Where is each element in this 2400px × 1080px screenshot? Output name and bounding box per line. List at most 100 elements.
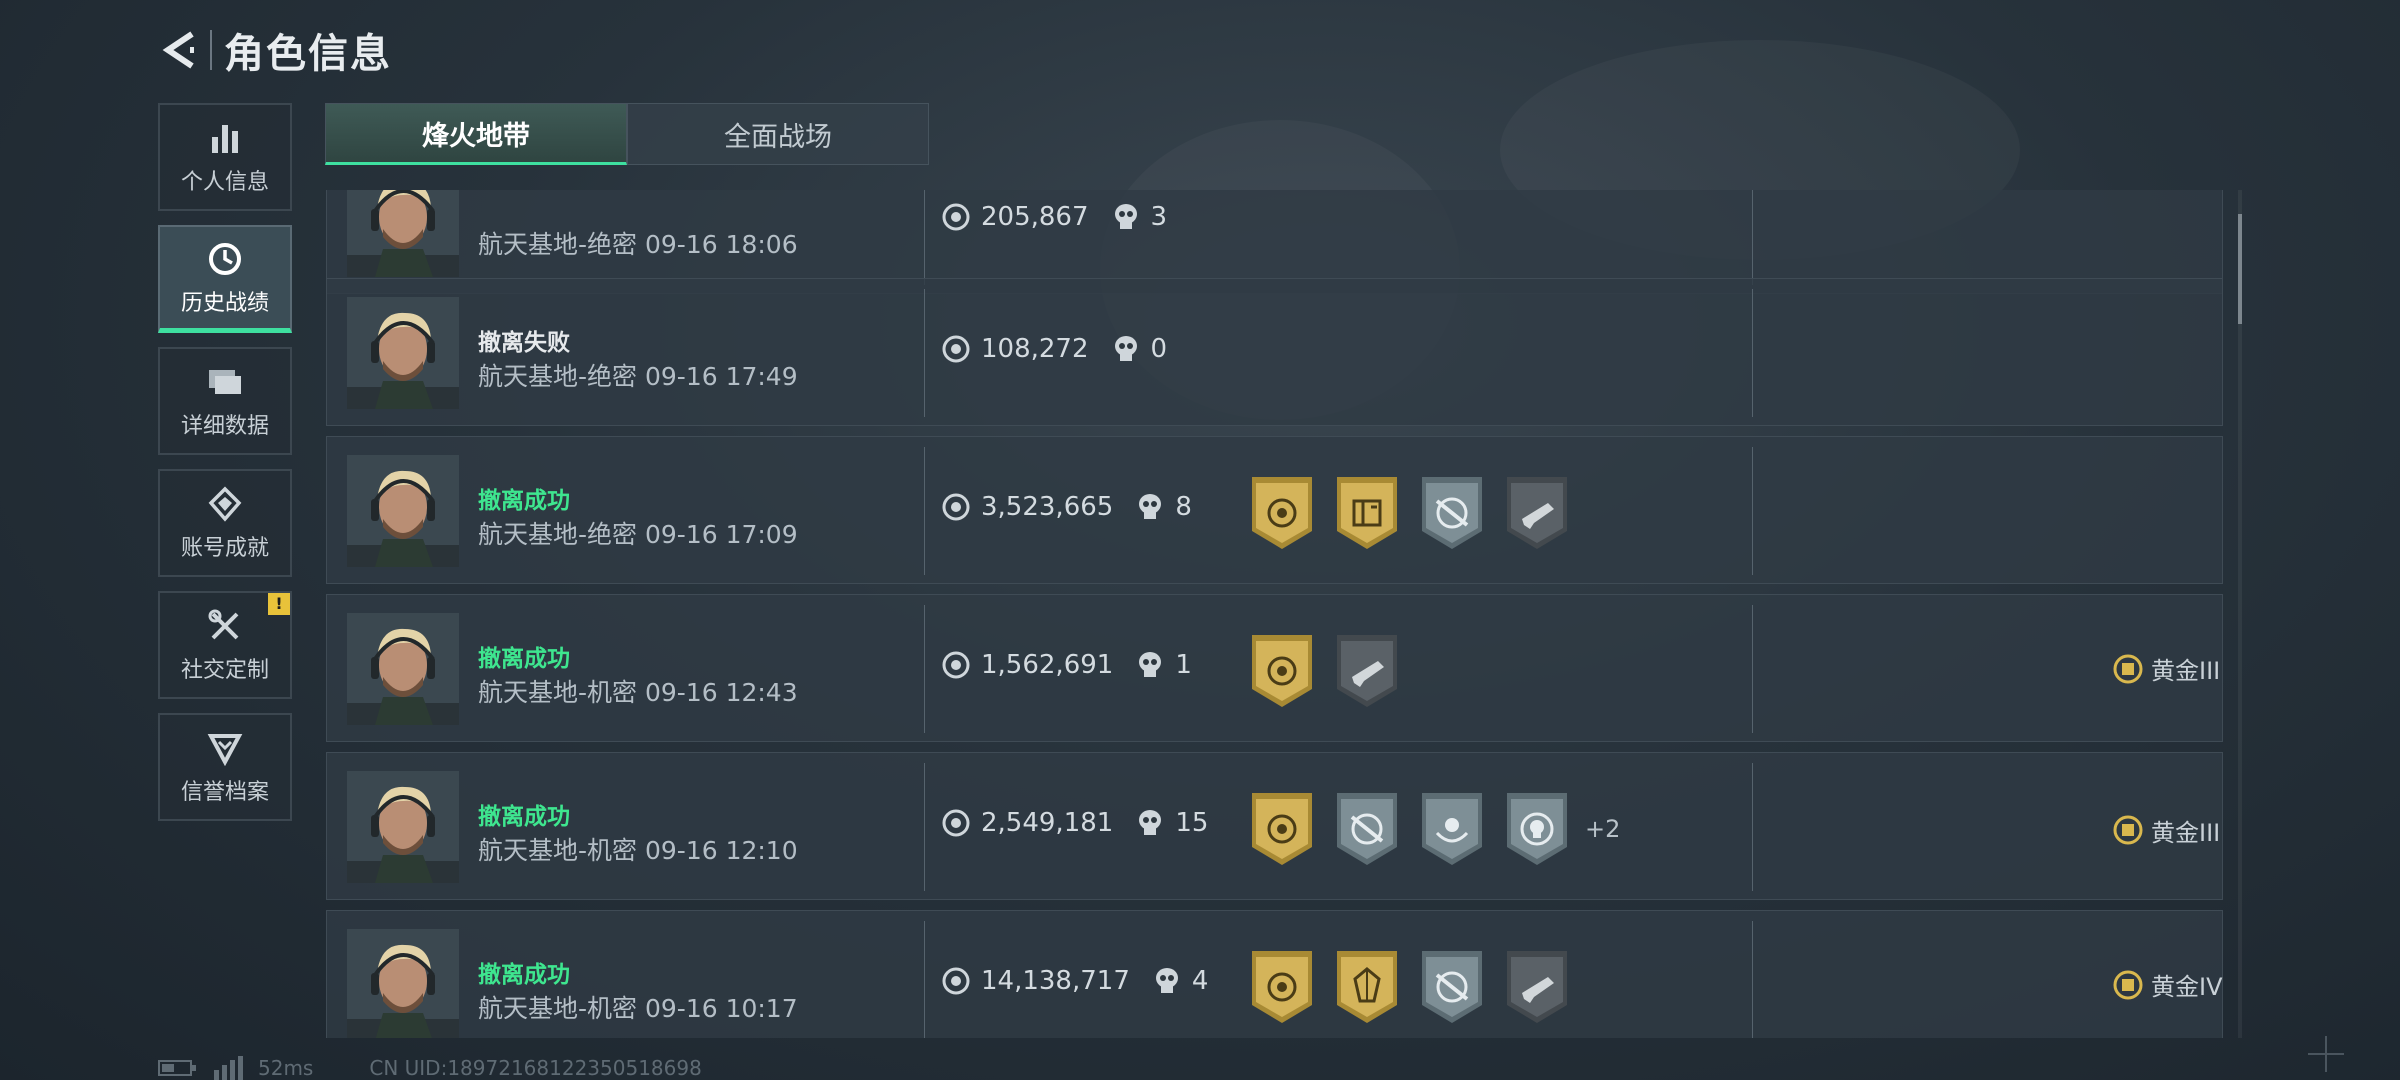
- kill-count: 0: [1150, 334, 1168, 364]
- sidebar-item-label: 详细数据: [180, 414, 269, 439]
- value-coin-icon: [942, 335, 970, 363]
- history-clock-icon: [205, 239, 245, 279]
- gold-shield-medal-icon[interactable]: [1249, 949, 1315, 1025]
- silver-wreath-medal-icon[interactable]: [1419, 791, 1485, 867]
- scrollbar-thumb[interactable]: [2238, 214, 2242, 324]
- match-stats: 1,562,691 1: [941, 650, 1192, 680]
- kill-count: 3: [1150, 202, 1168, 232]
- rank-info: 黄金III12139(+74): [2113, 809, 2223, 851]
- gold-shield-medal-icon[interactable]: [1249, 633, 1315, 709]
- match-row[interactable]: 撤离成功航天基地-机密 09-16 10:17 14,138,717 4 黄金IV42…: [326, 910, 2223, 1038]
- header: 角色信息: [158, 22, 392, 78]
- kills-skull-icon: [1114, 336, 1137, 361]
- match-row[interactable]: 撤离成功航天基地-绝密 09-16 17:093,523,6658--: [326, 436, 2223, 584]
- column-divider: [924, 921, 925, 1038]
- operator-portrait-icon: [347, 771, 459, 883]
- operator-portrait-icon: [347, 455, 459, 567]
- gray-gun-medal-icon[interactable]: [1504, 475, 1570, 551]
- kill-count: 1: [1175, 650, 1192, 680]
- battery-icon: [158, 1060, 196, 1076]
- back-arrow-icon: [162, 31, 194, 69]
- match-time: 09-16 10:17: [644, 994, 798, 1023]
- sidebar-item-history[interactable]: 历史战绩: [158, 225, 292, 333]
- rank-tier: 黄金III: [2151, 818, 2221, 847]
- ping-text: 52ms: [258, 1056, 314, 1080]
- player-avatar: [347, 455, 459, 567]
- sidebar-item-achievements[interactable]: 账号成就: [158, 469, 292, 577]
- bar-chart-icon: [205, 118, 245, 158]
- match-stats: 2,549,181 15: [941, 808, 1208, 838]
- gold-shield-medal-icon[interactable]: [1249, 475, 1315, 551]
- column-divider: [924, 447, 925, 575]
- silver-rifle-medal-icon[interactable]: [1419, 949, 1485, 1025]
- map-and-time: 航天基地-绝密 09-16 18:06: [478, 225, 798, 261]
- loot-value: 2,549,181: [981, 808, 1114, 838]
- rank-info: 黄金IV42065(+30): [2113, 967, 2223, 1002]
- sidebar-item-social-customization[interactable]: ! 社交定制: [158, 591, 292, 699]
- kill-count: 8: [1175, 492, 1192, 522]
- more-medals-count[interactable]: +2: [1585, 815, 1620, 843]
- loot-value: 108,272: [981, 334, 1089, 364]
- silver-skull-target-medal-icon[interactable]: [1504, 791, 1570, 867]
- gray-gun-medal-icon[interactable]: [1504, 949, 1570, 1025]
- match-history-list[interactable]: 航天基地-绝密 09-16 18:06205,8673--撤离失败航天基地-绝密…: [326, 190, 2223, 1038]
- page-title: 角色信息: [224, 31, 392, 77]
- medal-list: +2: [1249, 791, 1620, 867]
- gold-building-medal-icon[interactable]: [1334, 475, 1400, 551]
- tools-icon: [205, 606, 245, 646]
- reputation-icon: [205, 728, 245, 768]
- column-divider: [1752, 447, 1753, 575]
- silver-rifle-medal-icon[interactable]: [1334, 791, 1400, 867]
- match-time: 09-16 12:10: [644, 836, 798, 865]
- uid-text: CN UID:18972168122350518698: [369, 1056, 702, 1080]
- gray-gun-medal-icon[interactable]: [1334, 633, 1400, 709]
- rank-tier: 黄金III: [2151, 657, 2221, 685]
- gold-crystal-medal-icon[interactable]: [1334, 949, 1400, 1025]
- achievement-icon: [205, 484, 245, 524]
- tab-full-battlefield[interactable]: 全面战场: [627, 103, 929, 165]
- sidebar-item-personal-info[interactable]: 个人信息: [158, 103, 292, 211]
- extraction-status: 撤离成功: [478, 804, 570, 830]
- silver-rifle-medal-icon[interactable]: [1419, 475, 1485, 551]
- value-coin-icon: [942, 203, 970, 231]
- tab-beacon-zone[interactable]: 烽火地带: [325, 103, 627, 165]
- medal-list: [1249, 633, 1419, 709]
- map-name: 航天基地-绝密: [478, 520, 638, 549]
- sidebar-item-reputation[interactable]: 信誉档案: [158, 713, 292, 821]
- kills-skull-icon: [1139, 810, 1162, 835]
- kills-skull-icon: [1155, 968, 1178, 993]
- map-and-time: 航天基地-机密 09-16 12:43: [478, 673, 798, 709]
- extraction-status: 撤离成功: [478, 646, 570, 672]
- match-time: 09-16 17:49: [644, 362, 798, 391]
- match-row[interactable]: 撤离成功 航天基地-机密 09-16 12:10 2,549,181 15 +2 黄金II…: [326, 752, 2223, 900]
- gold-shield-medal-icon[interactable]: [1249, 791, 1315, 867]
- column-divider: [924, 289, 925, 417]
- medal-list: [1249, 949, 1589, 1025]
- sidebar-item-detailed-data[interactable]: 详细数据: [158, 347, 292, 455]
- loot-value: 14,138,717: [981, 966, 1130, 996]
- column-divider: [1752, 605, 1753, 733]
- medal-list: [1249, 475, 1589, 551]
- kills-skull-icon: [1139, 494, 1162, 519]
- back-button[interactable]: [158, 22, 202, 78]
- sidebar-item-label: 历史战绩: [180, 290, 269, 316]
- match-stats: 205,867 3: [941, 202, 1167, 232]
- match-stats: 14,138,717 4: [941, 966, 1208, 996]
- map-name: 航天基地-机密: [478, 678, 638, 707]
- sidebar-item-label: 个人信息: [180, 170, 269, 195]
- map-name: 航天基地-绝密: [478, 362, 638, 391]
- match-row[interactable]: 撤离成功航天基地-机密 09-16 12:43 1,562,691 1 黄金III22…: [326, 594, 2223, 742]
- match-row[interactable]: 撤离失败航天基地-绝密 09-16 17:49108,2720--: [326, 278, 2223, 426]
- loot-value: 3,523,665: [981, 492, 1114, 522]
- scrollbar[interactable]: [2238, 190, 2242, 1038]
- extraction-status: 撤离成功: [478, 488, 570, 514]
- player-avatar: [347, 190, 459, 277]
- kill-count: 4: [1191, 966, 1209, 996]
- column-divider: [1752, 289, 1753, 417]
- map-and-time: 航天基地-绝密 09-16 17:09: [478, 515, 798, 551]
